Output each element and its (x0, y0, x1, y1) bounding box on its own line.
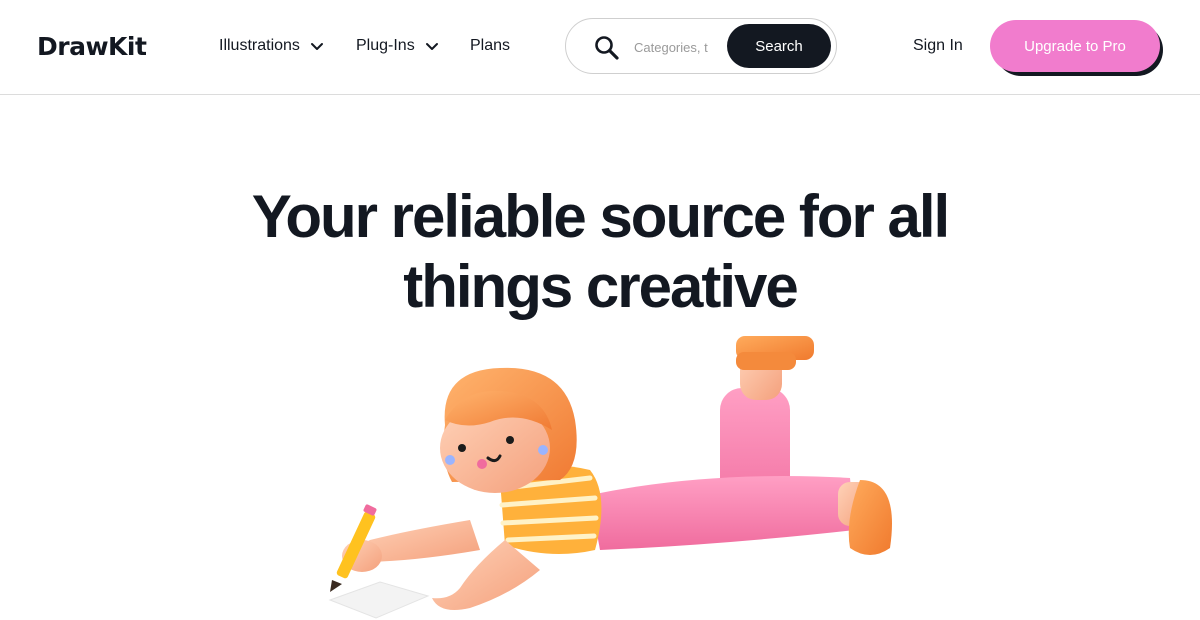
upgrade-to-pro-button[interactable]: Upgrade to Pro (990, 20, 1160, 72)
nav-plug-ins[interactable]: Plug-Ins (356, 37, 439, 55)
search-icon[interactable] (594, 35, 620, 61)
nav-plans[interactable]: Plans (470, 37, 510, 55)
lying-leg (590, 476, 892, 555)
sign-in-link[interactable]: Sign In (913, 37, 963, 55)
hero-illustration (328, 336, 892, 619)
hero-title-line-1: Your reliable source for all (251, 183, 950, 250)
nav-illustrations[interactable]: Illustrations (219, 37, 324, 55)
nav-plug-ins-label: Plug-Ins (356, 37, 415, 54)
site-header: DrawKit Illustrations Plug-Ins Plans Sea… (0, 0, 1200, 95)
hero-title: Your reliable source for all things crea… (200, 182, 1000, 322)
search-input[interactable] (634, 37, 714, 57)
drawkit-logo[interactable]: DrawKit (37, 32, 147, 61)
chevron-down-icon (310, 43, 323, 50)
nav-plans-label: Plans (470, 37, 511, 54)
search-bar: Search (565, 18, 837, 74)
head (440, 367, 577, 493)
paper-sheet (328, 581, 430, 619)
chevron-down-icon (425, 43, 438, 50)
nav-illustrations-label: Illustrations (219, 37, 300, 54)
hero-title-line-2: things creative (403, 253, 798, 320)
search-button[interactable]: Search (727, 24, 831, 68)
